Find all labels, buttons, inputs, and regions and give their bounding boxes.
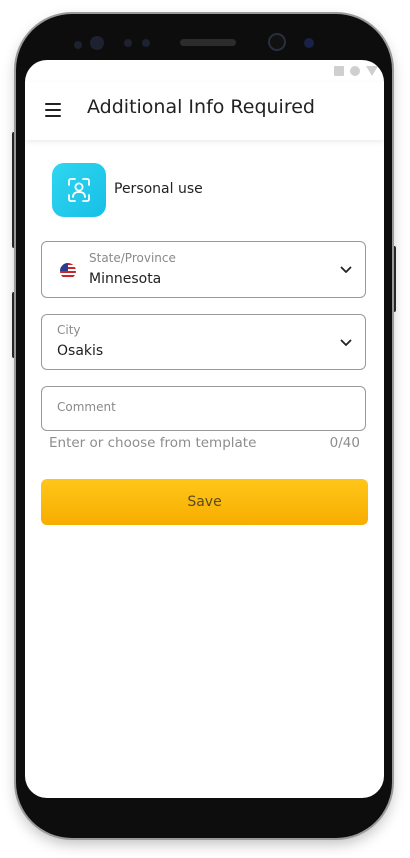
chevron-down-icon [340,339,352,346]
face-scan-icon [52,163,106,217]
sensor-icon [142,39,150,47]
sensor-icon [304,38,314,48]
app-screen: Additional Info Required Personal use St… [25,60,384,798]
category-label: Personal use [114,181,203,197]
city-field-value: Osakis [57,343,104,359]
state-field-value: Minnesota [89,271,162,287]
front-camera-icon [268,33,286,51]
earpiece-speaker [180,39,236,46]
save-button[interactable]: Save [41,479,368,525]
sensor-icon [124,39,132,47]
state-field-label: State/Province [89,251,176,265]
city-select[interactable]: City Osakis [41,314,366,370]
page-title: Additional Info Required [87,96,315,118]
app-bar: Additional Info Required [25,82,384,140]
status-square-icon [334,66,344,76]
status-circle-icon [350,66,360,76]
chevron-down-icon [340,266,352,273]
sensor-icon [74,41,82,49]
comment-field[interactable] [41,386,366,431]
us-flag-icon [60,263,76,279]
status-bar [334,66,378,76]
city-field-label: City [57,323,81,337]
comment-input[interactable] [57,400,347,414]
comment-char-counter: 0/40 [329,435,360,451]
hamburger-menu-icon[interactable] [45,103,61,117]
state-province-select[interactable]: State/Province Minnesota [41,241,366,298]
comment-helper-text[interactable]: Enter or choose from template [49,435,256,451]
status-triangle-icon [366,66,378,76]
sensor-icon [90,36,104,50]
power-button [392,246,396,312]
